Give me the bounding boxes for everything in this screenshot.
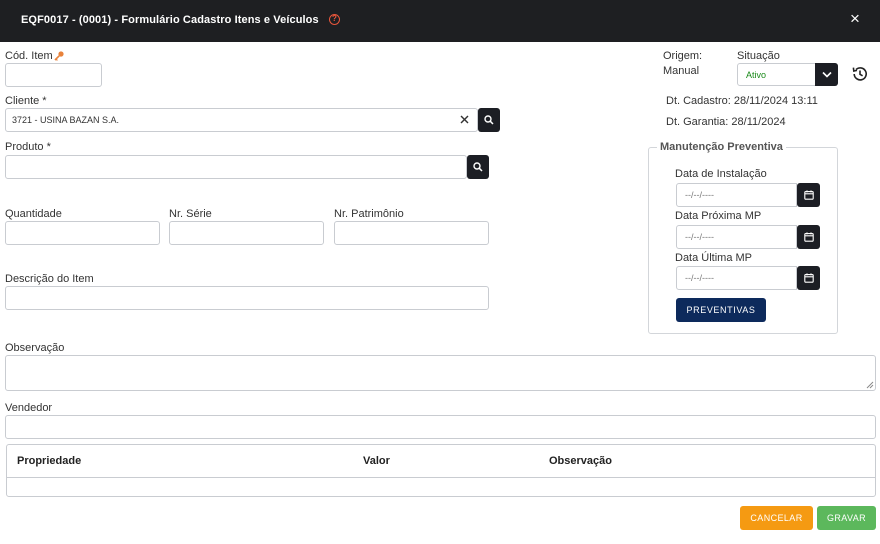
table-header: Propriedade Valor Observação: [7, 445, 875, 478]
data-proxima-input[interactable]: --/--/----: [676, 225, 797, 249]
clear-icon[interactable]: [460, 115, 469, 124]
preventivas-button[interactable]: PREVENTIVAS: [676, 298, 766, 322]
origem-value: Manual: [663, 65, 700, 77]
calendar-icon: [803, 273, 814, 283]
situacao-select[interactable]: Ativo: [737, 63, 838, 86]
window-title: EQF0017 - (0001) - Formulário Cadastro I…: [21, 14, 319, 26]
produto-search-button[interactable]: [467, 155, 489, 179]
vendedor-label: Vendedor: [5, 402, 53, 414]
cod-item-input[interactable]: [5, 63, 102, 87]
title-bar: EQF0017 - (0001) - Formulário Cadastro I…: [0, 0, 880, 42]
history-icon[interactable]: [851, 65, 869, 83]
column-header-propriedade[interactable]: Propriedade: [17, 455, 81, 467]
descricao-input[interactable]: [5, 286, 489, 310]
produto-label: Produto *: [5, 141, 51, 153]
nr-patrimonio-label: Nr. Patrimônio: [334, 208, 404, 220]
save-button[interactable]: GRAVAR: [817, 506, 876, 530]
chevron-down-icon: [821, 71, 832, 78]
data-instalacao-label: Data de Instalação: [675, 168, 767, 180]
nr-patrimonio-input[interactable]: [334, 221, 489, 245]
cod-item-label: Cód. Item: [5, 50, 53, 62]
close-icon[interactable]: ×: [847, 10, 863, 28]
data-proxima-label: Data Próxima MP: [675, 210, 762, 222]
origem-label: Origem:: [663, 50, 703, 62]
vendedor-input[interactable]: [5, 415, 876, 439]
dt-garantia: Dt. Garantia: 28/11/2024: [666, 116, 786, 128]
key-icon: [54, 51, 64, 61]
search-icon: [473, 162, 483, 172]
properties-table: Propriedade Valor Observação: [6, 444, 876, 497]
calendar-icon: [803, 190, 814, 200]
cliente-search-button[interactable]: [478, 108, 500, 132]
produto-input[interactable]: [5, 155, 467, 179]
data-instalacao-input[interactable]: --/--/----: [676, 183, 797, 207]
nr-serie-input[interactable]: [169, 221, 324, 245]
situacao-value: Ativo: [746, 70, 767, 80]
cliente-input[interactable]: 3721 - USINA BAZAN S.A.: [5, 108, 478, 132]
cancel-button[interactable]: CANCELAR: [740, 506, 813, 530]
column-header-observacao[interactable]: Observação: [549, 455, 612, 467]
data-ultima-label: Data Última MP: [675, 252, 753, 264]
situacao-dropdown-button[interactable]: [815, 63, 838, 86]
calendar-icon: [803, 232, 814, 242]
column-header-valor[interactable]: Valor: [363, 455, 390, 467]
situacao-label: Situação: [737, 50, 780, 62]
search-icon: [484, 115, 494, 125]
dt-cadastro: Dt. Cadastro: 28/11/2024 13:11: [666, 95, 818, 107]
data-instalacao-calendar-button[interactable]: [797, 183, 820, 207]
data-proxima-calendar-button[interactable]: [797, 225, 820, 249]
descricao-label: Descrição do Item: [5, 273, 94, 285]
observacao-textarea[interactable]: [5, 355, 876, 391]
cliente-label: Cliente *: [5, 95, 47, 107]
resize-handle-icon[interactable]: [866, 381, 874, 389]
observacao-label: Observação: [5, 342, 65, 354]
help-icon[interactable]: ?: [329, 14, 340, 25]
quantidade-label: Quantidade: [5, 208, 62, 220]
manutencao-preventiva-title: Manutenção Preventiva: [657, 141, 786, 153]
quantidade-input[interactable]: [5, 221, 160, 245]
nr-serie-label: Nr. Série: [169, 208, 212, 220]
data-ultima-input[interactable]: --/--/----: [676, 266, 797, 290]
data-ultima-calendar-button[interactable]: [797, 266, 820, 290]
